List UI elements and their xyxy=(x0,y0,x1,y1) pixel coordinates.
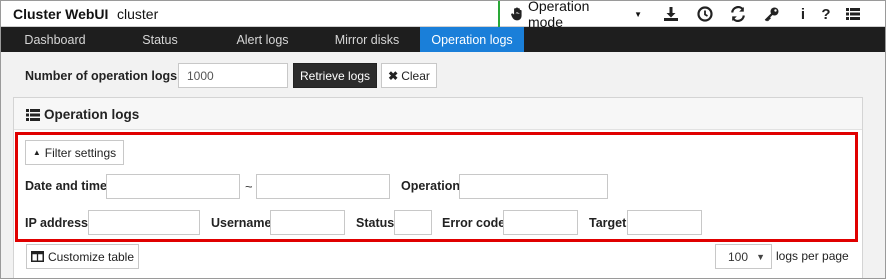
customize-table-label: Customize table xyxy=(47,249,135,264)
close-icon: ✖ xyxy=(388,68,399,83)
username-label: Username xyxy=(211,216,272,230)
chevron-down-icon: ▼ xyxy=(756,251,765,262)
log-count-label: Number of operation logs xyxy=(25,69,178,83)
per-page-select[interactable]: 100 ▼ xyxy=(715,244,772,269)
panel-title-text: Operation logs xyxy=(44,107,140,122)
operation-input[interactable] xyxy=(459,174,608,199)
panel-header: Operation logs xyxy=(14,98,862,130)
download-icon[interactable] xyxy=(662,5,680,23)
tab-bar: Dashboard Status Alert logs Mirror disks… xyxy=(1,27,885,52)
tab-alert-logs[interactable]: Alert logs xyxy=(211,27,314,52)
error-code-input[interactable] xyxy=(503,210,578,235)
date-time-label: Date and time xyxy=(25,179,107,193)
caret-down-icon: ▼ xyxy=(634,9,642,19)
table-list-icon xyxy=(26,108,40,121)
status-label: Status xyxy=(356,216,395,230)
app-title: Cluster WebUI xyxy=(13,6,109,22)
tab-dashboard[interactable]: Dashboard xyxy=(1,27,109,52)
info-icon[interactable]: i xyxy=(794,5,812,23)
filter-settings-button[interactable]: ▲ Filter settings xyxy=(25,140,124,165)
per-page-value: 100 xyxy=(728,249,749,264)
clear-label: Clear xyxy=(401,68,430,83)
refresh-icon[interactable] xyxy=(729,5,747,23)
mode-label: Operation mode xyxy=(527,0,590,30)
date-range-separator: ~ xyxy=(245,179,253,194)
retrieve-logs-button[interactable]: Retrieve logs xyxy=(293,63,377,88)
list-menu-icon[interactable] xyxy=(844,5,862,23)
tab-operation-logs[interactable]: Operation logs xyxy=(420,27,524,52)
panel-title: Operation logs xyxy=(26,107,139,122)
target-label: Target xyxy=(589,216,627,230)
per-page-label: logs per page xyxy=(776,249,849,263)
columns-icon xyxy=(30,251,44,262)
cluster-name: cluster xyxy=(117,6,159,22)
filter-settings-label: Filter settings xyxy=(44,145,117,160)
clear-button[interactable]: ✖ Clear xyxy=(381,63,437,88)
username-input[interactable] xyxy=(270,210,345,235)
ip-address-label: IP address xyxy=(25,216,89,230)
ip-address-input[interactable] xyxy=(88,210,200,235)
tab-status[interactable]: Status xyxy=(109,27,211,52)
hand-icon xyxy=(511,7,522,21)
status-input[interactable] xyxy=(394,210,432,235)
help-icon[interactable]: ? xyxy=(817,5,835,23)
tab-mirror-disks[interactable]: Mirror disks xyxy=(314,27,420,52)
top-bar: Cluster WebUI cluster Operation mode ▼ i… xyxy=(1,0,885,30)
app-window: Cluster WebUI cluster Operation mode ▼ i… xyxy=(0,0,886,279)
operation-label: Operation xyxy=(401,179,461,193)
customize-table-button[interactable]: Customize table xyxy=(26,244,139,269)
key-icon[interactable] xyxy=(763,5,781,23)
date-to-input[interactable] xyxy=(256,174,390,199)
mode-dropdown-button[interactable]: Operation mode ▼ xyxy=(498,0,642,30)
target-input[interactable] xyxy=(627,210,702,235)
clock-icon[interactable] xyxy=(696,5,714,23)
caret-up-icon: ▲ xyxy=(32,148,41,157)
log-count-input[interactable]: 1000 xyxy=(178,63,288,88)
error-code-label: Error code xyxy=(442,216,506,230)
date-from-input[interactable] xyxy=(106,174,240,199)
